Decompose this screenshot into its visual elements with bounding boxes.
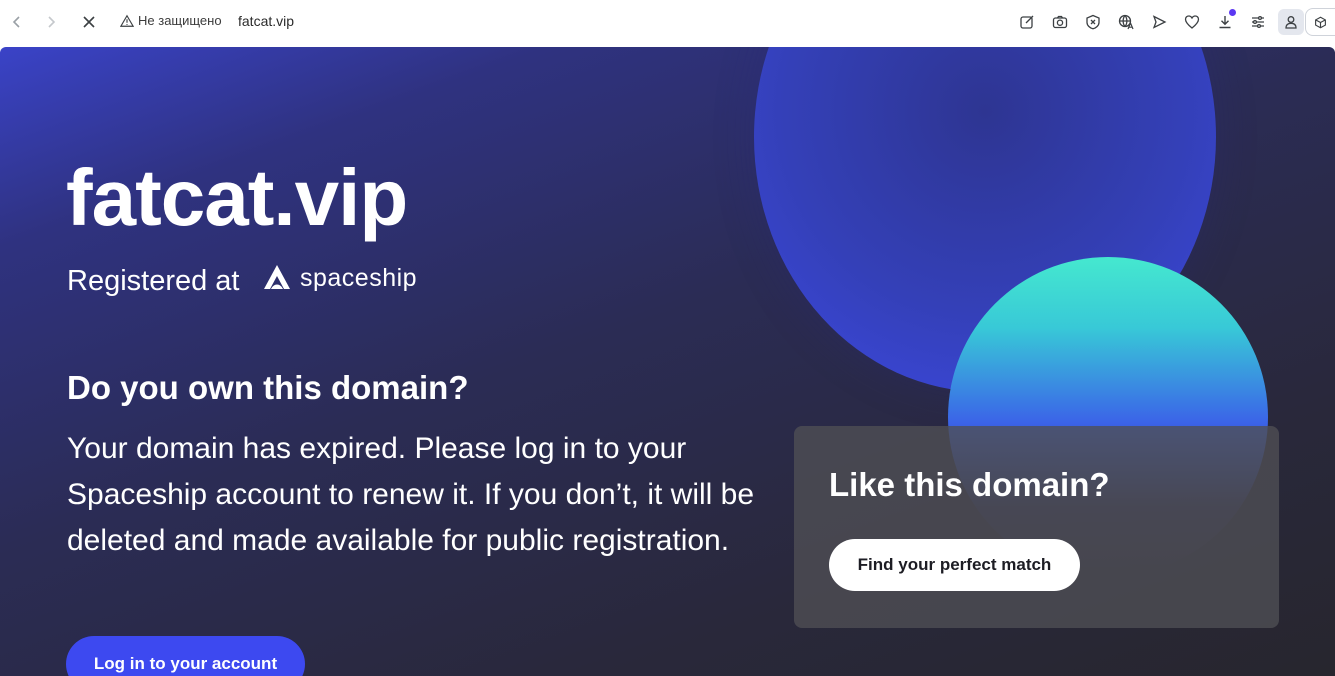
- parked-domain-page: fatcat.vip Registered at spaceship Do yo…: [0, 47, 1335, 676]
- shield-x-icon[interactable]: [1082, 11, 1104, 33]
- heart-icon[interactable]: [1181, 11, 1203, 33]
- expired-message: Your domain has expired. Please log in t…: [67, 432, 755, 557]
- security-label: Не защищено: [138, 13, 222, 28]
- browser-toolbar: Не защищено fatcat.vip: [0, 0, 1335, 44]
- spaceship-logo[interactable]: spaceship: [262, 263, 417, 293]
- security-indicator[interactable]: Не защищено: [120, 13, 222, 28]
- address-bar-url[interactable]: fatcat.vip: [238, 13, 294, 29]
- download-badge: [1229, 9, 1236, 16]
- warning-icon: [120, 14, 134, 27]
- stop-icon[interactable]: [77, 10, 101, 34]
- registered-at-label: Registered at: [67, 265, 240, 297]
- camera-icon[interactable]: [1049, 11, 1071, 33]
- cube-icon[interactable]: [1305, 8, 1335, 36]
- like-domain-heading: Like this domain?: [829, 466, 1110, 503]
- translate-icon[interactable]: [1115, 11, 1137, 33]
- edit-icon[interactable]: [1016, 11, 1038, 33]
- login-button[interactable]: Log in to your account: [66, 636, 305, 676]
- spaceship-logo-icon: [264, 265, 290, 289]
- spaceship-logo-text: spaceship: [300, 263, 418, 292]
- profile-icon[interactable]: [1278, 9, 1304, 35]
- domain-title: fatcat.vip: [66, 153, 408, 242]
- back-icon[interactable]: [5, 10, 29, 34]
- download-icon[interactable]: [1214, 9, 1236, 33]
- settings-icon[interactable]: [1247, 11, 1269, 33]
- find-match-button[interactable]: Find your perfect match: [829, 539, 1080, 591]
- send-icon[interactable]: [1148, 11, 1170, 33]
- own-domain-heading: Do you own this domain?: [67, 369, 469, 406]
- like-domain-card: Like this domain? Find your perfect matc…: [794, 426, 1279, 628]
- forward-icon[interactable]: [39, 10, 63, 34]
